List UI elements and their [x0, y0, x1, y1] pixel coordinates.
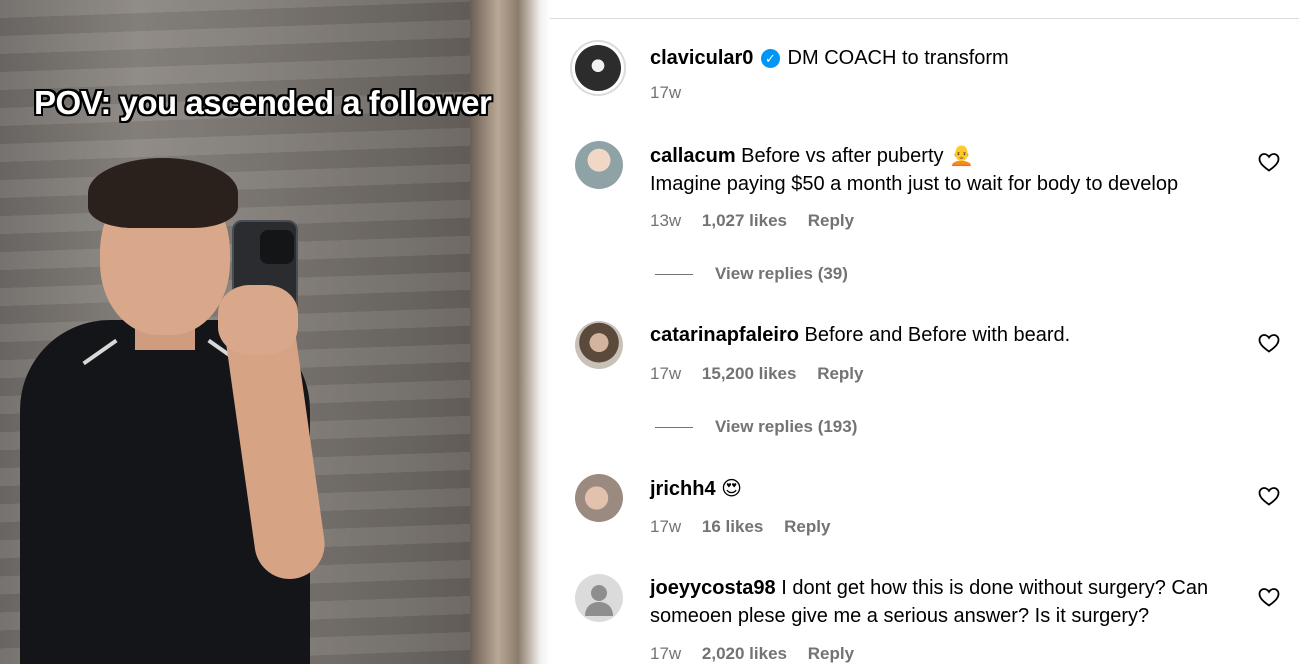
- comment-likes[interactable]: 1,027 likes: [702, 211, 787, 230]
- comment-emoji: 😍: [721, 476, 742, 500]
- avatar[interactable]: [575, 141, 623, 189]
- comment-time[interactable]: 17w: [650, 644, 681, 663]
- post-media[interactable]: POV: you ascended a follower: [0, 0, 550, 664]
- heart-outline-icon[interactable]: [1257, 484, 1281, 508]
- comment-body: Before vs after puberty: [741, 145, 944, 167]
- comment-body: Before and Before with beard.: [804, 324, 1071, 346]
- avatar[interactable]: [575, 574, 623, 622]
- comment-text: jrichh4 😍: [650, 474, 1250, 503]
- view-replies-button[interactable]: View replies (39): [655, 263, 848, 285]
- view-replies-label: View replies (193): [715, 417, 858, 436]
- author-avatar-image: [575, 45, 621, 91]
- comment-time[interactable]: 17w: [650, 517, 681, 536]
- comment-body-line2: someoen plese give me a serious answer? …: [650, 605, 1150, 627]
- video-overlay-text: POV: you ascended a follower: [34, 84, 492, 121]
- comment-username[interactable]: catarinapfaleiro: [650, 324, 799, 346]
- reply-button[interactable]: Reply: [808, 211, 854, 230]
- caption-meta: 17w: [650, 82, 697, 104]
- comment-text: joeyycosta98 I dont get how this is done…: [650, 574, 1250, 630]
- comment-text: catarinapfaleiro Before and Before with …: [650, 321, 1250, 349]
- header-divider: [550, 18, 1299, 19]
- heart-outline-icon[interactable]: [1257, 331, 1281, 355]
- caption-text: DM COACH to transform: [787, 47, 1009, 69]
- avatar[interactable]: [575, 474, 623, 522]
- comment-likes[interactable]: 15,200 likes: [702, 364, 797, 383]
- comment-likes[interactable]: 2,020 likes: [702, 644, 787, 663]
- comment-username[interactable]: callacum: [650, 145, 736, 167]
- comment-username[interactable]: joeyycosta98: [650, 577, 776, 599]
- avatar[interactable]: [575, 321, 623, 369]
- comment-emoji: 🧑‍🦲: [949, 143, 974, 167]
- comment-body: I dont get how this is done without surg…: [781, 577, 1209, 599]
- comments-panel: clavicular0 ✓ DM COACH to transform 17w …: [550, 0, 1299, 664]
- comment-meta: 17w 15,200 likes Reply: [650, 363, 879, 385]
- view-replies-button[interactable]: View replies (193): [655, 416, 857, 438]
- reply-button[interactable]: Reply: [784, 517, 830, 536]
- person-hair: [88, 158, 238, 228]
- verified-badge-icon: ✓: [760, 49, 780, 68]
- comment-meta: 17w 2,020 likes Reply: [650, 643, 870, 664]
- replies-line: [655, 274, 693, 276]
- author-username[interactable]: clavicular0: [650, 47, 753, 69]
- phone-camera: [260, 230, 294, 264]
- comment-meta: 13w 1,027 likes Reply: [650, 210, 870, 232]
- person-hand: [218, 285, 298, 355]
- heart-outline-icon[interactable]: [1257, 150, 1281, 174]
- caption: clavicular0 ✓ DM COACH to transform: [650, 44, 1250, 72]
- comment-time[interactable]: 13w: [650, 211, 681, 230]
- caption-time[interactable]: 17w: [650, 83, 681, 102]
- collar-stripe: [82, 338, 118, 366]
- author-avatar[interactable]: [570, 40, 626, 96]
- comment-username[interactable]: jrichh4: [650, 478, 716, 500]
- reply-button[interactable]: Reply: [808, 644, 854, 663]
- comment-body-line2: Imagine paying $50 a month just to wait …: [650, 173, 1179, 195]
- view-replies-label: View replies (39): [715, 264, 848, 283]
- comment-time[interactable]: 17w: [650, 364, 681, 383]
- replies-line: [655, 427, 693, 429]
- heart-outline-icon[interactable]: [1257, 585, 1281, 609]
- reply-button[interactable]: Reply: [817, 364, 863, 383]
- comment-meta: 17w 16 likes Reply: [650, 516, 846, 538]
- default-avatar-icon: [585, 585, 613, 616]
- comment-text: callacum Before vs after puberty 🧑‍🦲 Ima…: [650, 141, 1250, 198]
- comment-likes[interactable]: 16 likes: [702, 517, 763, 536]
